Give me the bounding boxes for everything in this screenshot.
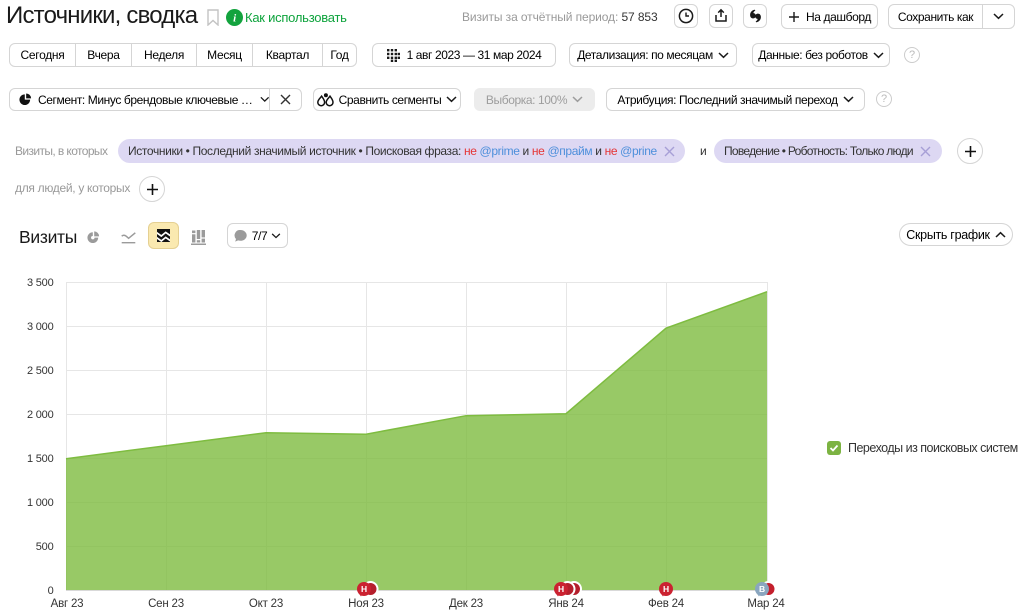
svg-text:2 000: 2 000 (27, 409, 54, 421)
svg-text:Фев 24: Фев 24 (648, 598, 685, 610)
svg-text:500: 500 (36, 541, 54, 553)
svg-text:3 500: 3 500 (27, 277, 54, 289)
svg-text:Авг 23: Авг 23 (51, 598, 84, 610)
svg-text:Н: Н (361, 584, 367, 594)
svg-text:Мар 24: Мар 24 (747, 598, 785, 610)
svg-text:Сен 23: Сен 23 (148, 598, 184, 610)
svg-text:2 500: 2 500 (27, 365, 54, 377)
svg-text:Ноя 23: Ноя 23 (348, 598, 384, 610)
svg-text:3 000: 3 000 (27, 321, 54, 333)
svg-text:1 500: 1 500 (27, 453, 54, 465)
svg-text:Н: Н (558, 584, 564, 594)
svg-text:1 000: 1 000 (27, 497, 54, 509)
svg-text:Янв 24: Янв 24 (548, 598, 584, 610)
svg-text:В: В (759, 584, 765, 594)
svg-text:Н: Н (663, 584, 669, 594)
svg-text:Окт 23: Окт 23 (249, 598, 283, 610)
svg-text:0: 0 (48, 585, 54, 597)
svg-text:Дек 23: Дек 23 (449, 598, 483, 610)
